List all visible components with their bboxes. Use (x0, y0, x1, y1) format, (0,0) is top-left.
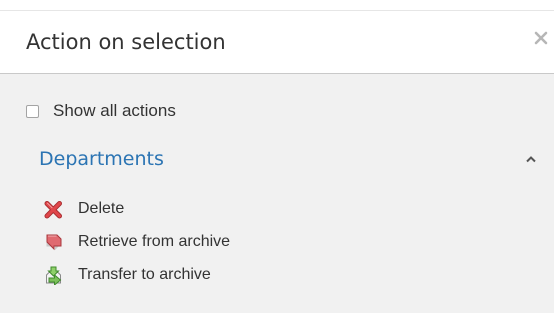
action-delete[interactable]: Delete (44, 196, 124, 222)
action-retrieve-from-archive[interactable]: Retrieve from archive (44, 229, 230, 255)
transfer-archive-icon (46, 266, 62, 285)
section-title: Departments (39, 148, 164, 170)
dialog-header: Action on selection (0, 11, 554, 74)
departments-section-header[interactable]: Departments (0, 146, 554, 174)
action-label: Delete (78, 200, 125, 217)
retrieve-archive-icon (46, 234, 62, 251)
action-transfer-to-archive[interactable]: Transfer to archive (44, 262, 211, 288)
show-all-actions-label: Show all actions (53, 101, 176, 120)
delete-icon (44, 201, 62, 219)
show-all-actions-option[interactable]: Show all actions (26, 101, 176, 121)
dialog-body: Show all actions Departments Delete Retr… (0, 74, 554, 313)
action-label: Retrieve from archive (78, 233, 231, 250)
show-all-actions-checkbox[interactable] (26, 104, 39, 118)
top-strip (0, 0, 554, 11)
chevron-up-icon[interactable] (525, 155, 537, 163)
close-icon[interactable] (532, 29, 550, 47)
action-label: Transfer to archive (78, 266, 211, 283)
dialog-title: Action on selection (26, 30, 226, 54)
